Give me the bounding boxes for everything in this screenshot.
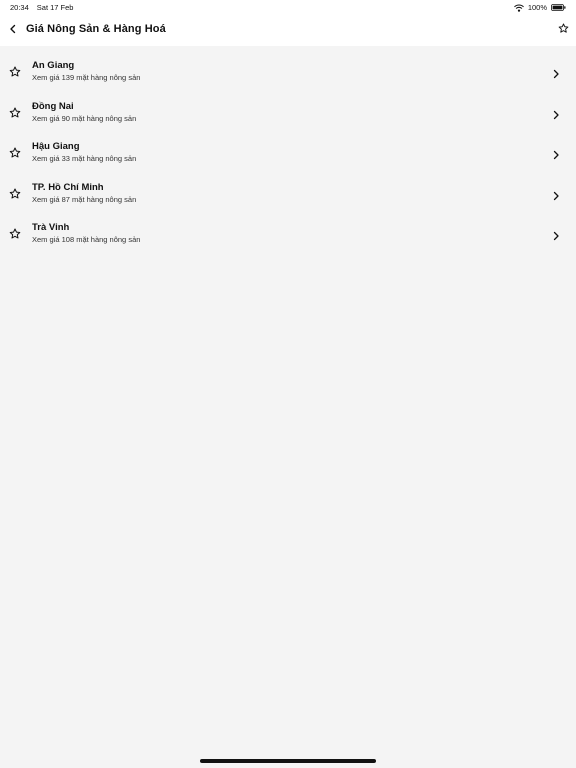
- chevron-right-icon: [552, 188, 560, 200]
- page-title: Giá Nông Sản & Hàng Hoá: [26, 23, 166, 35]
- province-list: An Giang Xem giá 139 mặt hàng nông sản Đ…: [0, 50, 576, 253]
- chevron-right-icon: [552, 107, 560, 119]
- star-outline-icon[interactable]: [9, 106, 21, 118]
- nav-bar: Giá Nông Sản & Hàng Hoá: [0, 14, 576, 46]
- list-item[interactable]: TP. Hồ Chí Minh Xem giá 87 mặt hàng nông…: [0, 172, 576, 213]
- star-outline-icon: [558, 21, 569, 39]
- back-button[interactable]: [6, 22, 20, 38]
- star-outline-icon[interactable]: [9, 187, 21, 199]
- favorite-button[interactable]: [556, 22, 570, 38]
- item-subtitle: Xem giá 33 mặt hàng nông sản: [32, 154, 137, 164]
- item-subtitle: Xem giá 90 mặt hàng nông sản: [32, 113, 137, 123]
- item-title: TP. Hồ Chí Minh: [32, 181, 104, 193]
- battery-icon: [551, 4, 566, 11]
- status-bar: 20:34 Sat 17 Feb 100%: [0, 0, 576, 14]
- status-time: 20:34: [10, 3, 29, 12]
- list-item[interactable]: Hậu Giang Xem giá 33 mặt hàng nông sản: [0, 131, 576, 172]
- chevron-right-icon: [552, 147, 560, 160]
- list-item[interactable]: Đồng Nai Xem giá 90 mặt hàng nông sản: [0, 91, 576, 132]
- home-indicator[interactable]: [200, 759, 376, 763]
- star-outline-icon[interactable]: [9, 227, 21, 239]
- star-outline-icon[interactable]: [9, 146, 21, 158]
- status-left: 20:34 Sat 17 Feb: [10, 3, 73, 12]
- battery-percent: 100%: [527, 3, 547, 12]
- chevron-right-icon: [552, 66, 560, 79]
- item-title: An Giang: [32, 60, 75, 71]
- item-subtitle: Xem giá 108 mặt hàng nông sản: [32, 235, 141, 245]
- status-date: Sat 17 Feb: [36, 3, 74, 12]
- status-right: 100%: [513, 3, 566, 12]
- list-item[interactable]: An Giang Xem giá 139 mặt hàng nông sản: [0, 50, 576, 91]
- item-title: Đồng Nai: [32, 100, 74, 112]
- list-item[interactable]: Trà Vinh Xem giá 108 mặt hàng nông sản: [0, 212, 576, 253]
- star-outline-icon[interactable]: [9, 65, 21, 77]
- item-title: Hậu Giang: [32, 141, 80, 153]
- chevron-left-icon: [9, 21, 17, 39]
- chevron-right-icon: [552, 228, 560, 241]
- item-subtitle: Xem giá 87 mặt hàng nông sản: [32, 194, 137, 204]
- item-title: Trà Vinh: [32, 222, 70, 234]
- wifi-icon: [513, 4, 524, 12]
- item-subtitle: Xem giá 139 mặt hàng nông sản: [32, 73, 141, 82]
